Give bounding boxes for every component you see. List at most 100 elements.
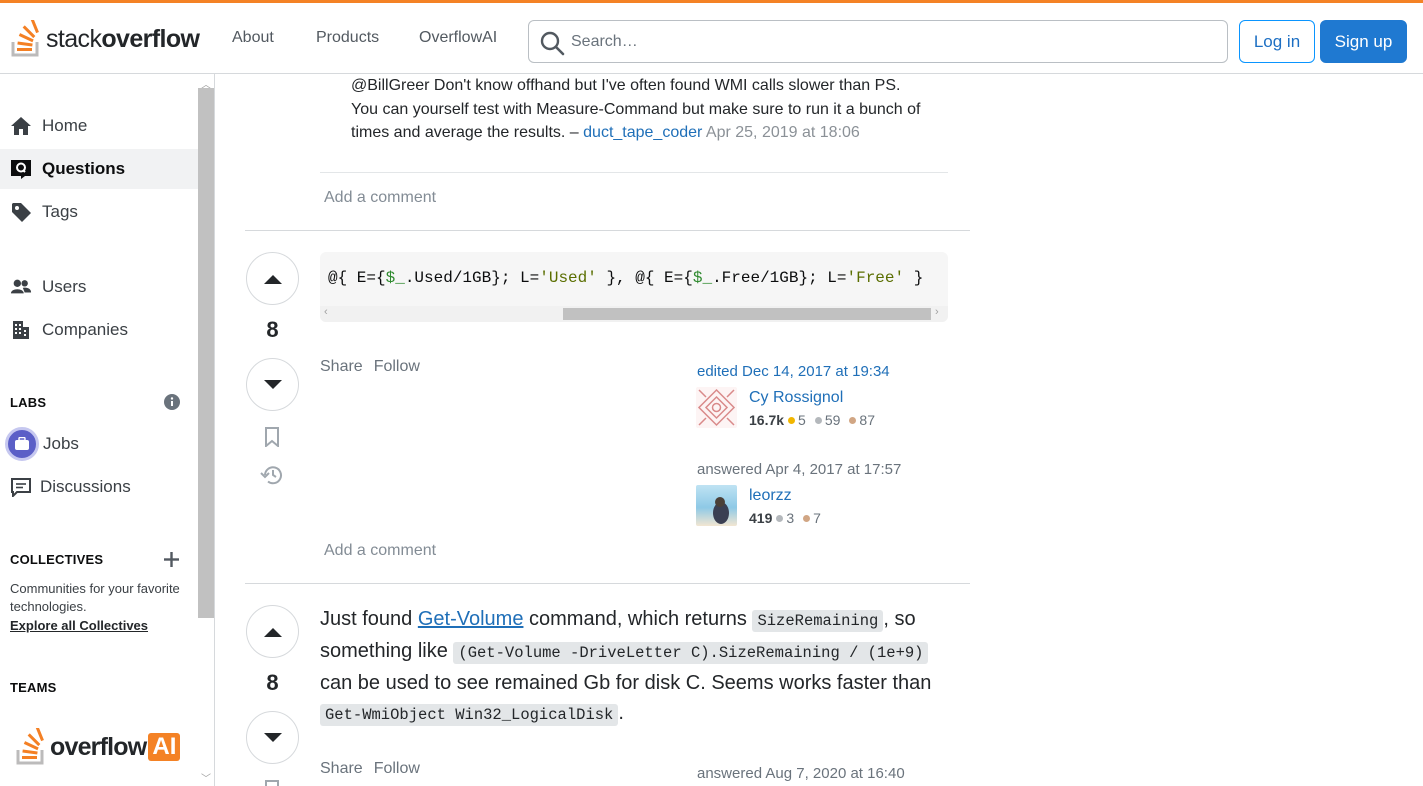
top-bar: stackoverflow About Products OverflowAI …	[0, 0, 1423, 74]
sidebar-item-label: Tags	[42, 202, 78, 221]
labs-heading: LABS	[10, 395, 47, 410]
overflowai-badge: AI	[148, 733, 181, 761]
share-link[interactable]: Share	[320, 760, 363, 777]
inline-code: Get-WmiObject Win32_LogicalDisk	[320, 704, 619, 726]
post-menu: Share Follow	[320, 760, 431, 778]
users-icon	[10, 276, 32, 298]
inline-code: (Get-Volume -DriveLetter C).SizeRemainin…	[453, 642, 929, 664]
search-icon	[540, 31, 565, 56]
post-menu: Share Follow	[320, 358, 431, 376]
left-sidebar: ︿ ﹀ Home Questions Tags Users Companies …	[0, 74, 215, 786]
bronze-badge-icon	[803, 515, 811, 522]
main-content: @BillGreer Don't know offhand but I've o…	[215, 74, 1423, 786]
collectives-description: Communities for your favorite technologi…	[10, 581, 180, 614]
comment: @BillGreer Don't know offhand but I've o…	[351, 74, 931, 145]
author-name-link[interactable]: leorzz	[749, 487, 792, 505]
sidebar-item-home[interactable]: Home	[0, 106, 198, 146]
code-block[interactable]: @{ E={$_.Used/1GB}; L='Used' }, @{ E={$_…	[320, 252, 948, 322]
vote-count: 8	[266, 670, 279, 695]
upvote-button[interactable]	[246, 605, 299, 658]
info-icon[interactable]	[164, 394, 180, 410]
downvote-button[interactable]	[246, 358, 299, 411]
code-line: @{ E={$_.Used/1GB}; L='Used' }, @{ E={$_…	[328, 269, 924, 287]
sidebar-item-label: Companies	[42, 320, 128, 339]
add-comment-link[interactable]: Add a comment	[324, 189, 436, 207]
sidebar-item-label: Users	[42, 277, 87, 296]
silver-badge-icon	[814, 417, 822, 424]
sidebar-item-label: Jobs	[43, 434, 79, 453]
overflowai-logo[interactable]: overflow AI	[14, 728, 181, 766]
downvote-icon	[263, 732, 282, 742]
sidebar-item-label: Discussions	[40, 477, 131, 496]
home-icon	[10, 115, 32, 137]
upvote-icon	[263, 274, 282, 284]
avatar[interactable]	[696, 485, 737, 526]
sidebar-item-jobs[interactable]: Jobs	[0, 424, 198, 464]
edited-timestamp[interactable]: edited Dec 14, 2017 at 19:34	[697, 363, 890, 380]
overflowai-stack-icon	[16, 728, 44, 765]
sidebar-scrollbar[interactable]	[198, 88, 214, 618]
sidebar-item-questions[interactable]: Questions	[0, 149, 198, 189]
logo-wordmark: stackoverflow	[46, 24, 200, 53]
comment-divider	[320, 172, 948, 173]
tag-icon	[10, 201, 32, 223]
comment-date[interactable]: Apr 25, 2019 at 18:06	[706, 124, 860, 141]
editor-name-link[interactable]: Cy Rossignol	[749, 389, 843, 407]
scroll-right-icon[interactable]: ›	[935, 306, 939, 318]
follow-link[interactable]: Follow	[374, 358, 420, 375]
upvote-icon	[263, 627, 282, 637]
collectives-heading: COLLECTIVES	[10, 552, 104, 567]
bookmark-icon[interactable]	[264, 427, 280, 447]
add-comment-link[interactable]: Add a comment	[324, 542, 436, 560]
answer-divider	[245, 230, 970, 231]
search-input[interactable]	[571, 29, 1211, 55]
get-volume-link[interactable]: Get-Volume	[418, 608, 524, 630]
sidebar-item-label: Home	[42, 116, 88, 135]
login-button[interactable]: Log in	[1239, 20, 1315, 63]
silver-badge-icon	[776, 515, 784, 522]
teams-heading: TEAMS	[10, 680, 57, 695]
scrollbar-thumb[interactable]	[563, 308, 931, 320]
editor-reputation: 16.7k 5 59 87	[749, 412, 875, 428]
nav-products[interactable]: Products	[316, 29, 379, 47]
questions-icon	[10, 158, 32, 180]
code-horizontal-scrollbar[interactable]: ‹ ›	[320, 306, 948, 322]
sidebar-item-companies[interactable]: Companies	[0, 310, 198, 350]
follow-link[interactable]: Follow	[374, 760, 420, 777]
building-icon	[10, 319, 32, 341]
search-box[interactable]	[528, 20, 1228, 63]
history-icon[interactable]	[260, 464, 284, 486]
nav-about[interactable]: About	[232, 29, 274, 47]
signup-button[interactable]: Sign up	[1320, 20, 1407, 63]
answered-timestamp[interactable]: answered Apr 4, 2017 at 17:57	[697, 461, 901, 478]
overflowai-wordmark: overflow	[50, 732, 147, 761]
scroll-left-icon[interactable]: ‹	[324, 306, 328, 318]
gold-badge-icon	[788, 417, 796, 424]
bronze-badge-icon	[849, 417, 857, 424]
plus-icon[interactable]	[164, 552, 179, 567]
sidebar-item-tags[interactable]: Tags	[0, 192, 198, 232]
vote-count: 8	[266, 317, 279, 342]
stackoverflow-logo[interactable]: stackoverflow	[10, 17, 200, 61]
upvote-button[interactable]	[246, 252, 299, 305]
stack-logo-icon	[11, 20, 39, 57]
author-reputation: 419 3 7	[749, 510, 821, 526]
sidebar-item-users[interactable]: Users	[0, 267, 198, 307]
nav-overflowai[interactable]: OverflowAI	[419, 29, 497, 47]
answer-body: Just found Get-Volume command, which ret…	[320, 608, 932, 726]
comment-user-link[interactable]: duct_tape_coder	[583, 124, 702, 141]
share-link[interactable]: Share	[320, 358, 363, 375]
bookmark-icon[interactable]	[264, 780, 280, 786]
downvote-button[interactable]	[246, 711, 299, 764]
inline-code: SizeRemaining	[752, 610, 884, 632]
explore-collectives-link[interactable]: Explore all Collectives	[10, 618, 148, 633]
sidebar-item-discussions[interactable]: Discussions	[0, 467, 198, 507]
briefcase-icon	[5, 427, 39, 461]
sidebar-scroll-down[interactable]: ﹀	[201, 770, 211, 785]
downvote-icon	[263, 379, 282, 389]
answered-timestamp[interactable]: answered Aug 7, 2020 at 16:40	[697, 765, 905, 782]
answer-divider	[245, 583, 970, 584]
discussion-icon	[10, 476, 32, 498]
sidebar-item-label: Questions	[42, 159, 126, 178]
avatar[interactable]	[696, 387, 737, 428]
